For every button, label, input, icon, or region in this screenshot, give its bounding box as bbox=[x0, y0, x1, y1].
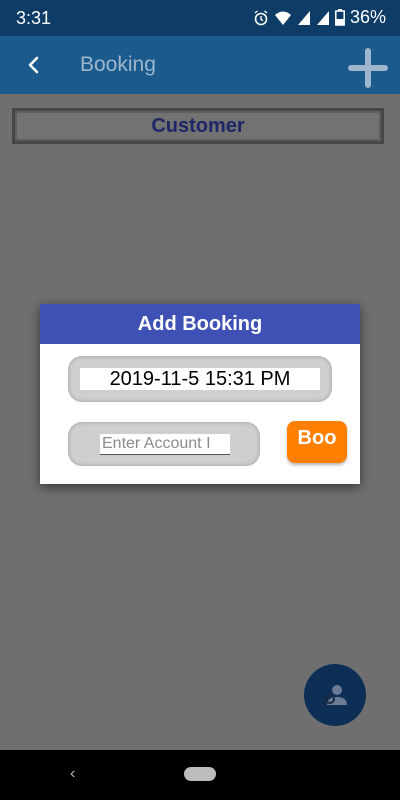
battery-icon bbox=[335, 9, 345, 26]
datetime-value[interactable]: 2019-11-5 15:31 PM bbox=[80, 368, 320, 390]
account-field[interactable] bbox=[68, 422, 260, 466]
nav-back-icon[interactable]: ‹ bbox=[70, 765, 75, 783]
status-time: 3:31 bbox=[16, 8, 52, 28]
status-bar: 3:31 36% bbox=[0, 0, 400, 36]
system-nav-bar: ‹ bbox=[0, 750, 400, 800]
book-button[interactable]: Boo k bbox=[287, 421, 347, 463]
alarm-icon bbox=[254, 9, 268, 25]
signal-icon bbox=[316, 10, 329, 25]
datetime-field[interactable]: 2019-11-5 15:31 PM bbox=[68, 356, 332, 402]
battery-percent: 36% bbox=[349, 7, 386, 27]
search-customer-fab[interactable] bbox=[304, 664, 366, 726]
app-bar: Booking bbox=[0, 36, 400, 94]
chevron-left-icon[interactable] bbox=[22, 50, 46, 80]
nav-home-pill[interactable] bbox=[184, 767, 216, 781]
person-search-icon bbox=[322, 685, 347, 707]
signal-icon bbox=[297, 10, 310, 25]
add-booking-dialog: Add Booking 2019-11-5 15:31 PM Boo k bbox=[40, 304, 360, 484]
page-title: Booking bbox=[80, 53, 156, 76]
account-input[interactable] bbox=[100, 434, 230, 455]
status-icons: 36% bbox=[253, 7, 386, 28]
dialog-title: Add Booking bbox=[40, 304, 360, 344]
customer-button[interactable]: Customer bbox=[12, 108, 384, 144]
plus-icon[interactable] bbox=[348, 48, 388, 88]
book-button-label: Boo k bbox=[297, 427, 337, 463]
wifi-icon bbox=[274, 11, 291, 25]
